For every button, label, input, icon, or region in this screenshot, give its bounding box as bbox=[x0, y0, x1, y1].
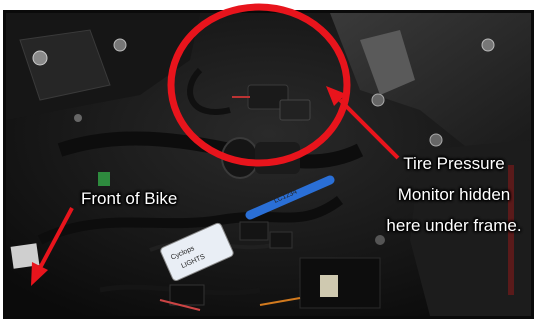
bolt-top-center bbox=[113, 38, 127, 52]
connector-lower-3 bbox=[169, 284, 205, 306]
connector-lower-2 bbox=[269, 231, 293, 249]
ecu-box bbox=[299, 257, 381, 309]
tpm-label-line-2: Monitor hidden bbox=[397, 185, 511, 204]
image-frame: LC1234 Cyclops LIGHTS Front of Bike Tire… bbox=[0, 0, 540, 323]
ecu-sticker bbox=[320, 275, 338, 297]
front-of-bike-label: Front of Bike bbox=[81, 189, 178, 208]
bolt-right-mid bbox=[371, 93, 385, 107]
tpm-label-line-3: here under frame. bbox=[386, 216, 522, 235]
bolt-top-left bbox=[32, 50, 48, 66]
tire-pressure-monitor-label: Tire Pressure Monitor hidden here under … bbox=[369, 148, 539, 241]
tpm-label-line-1: Tire Pressure bbox=[403, 154, 505, 173]
green-connector bbox=[98, 172, 110, 186]
connector-top-2 bbox=[279, 99, 311, 121]
bolt-left-mid bbox=[74, 114, 82, 122]
connector-lower-1 bbox=[239, 221, 269, 241]
bolt-top-right bbox=[481, 38, 495, 52]
bolt-right-lower bbox=[429, 133, 443, 147]
